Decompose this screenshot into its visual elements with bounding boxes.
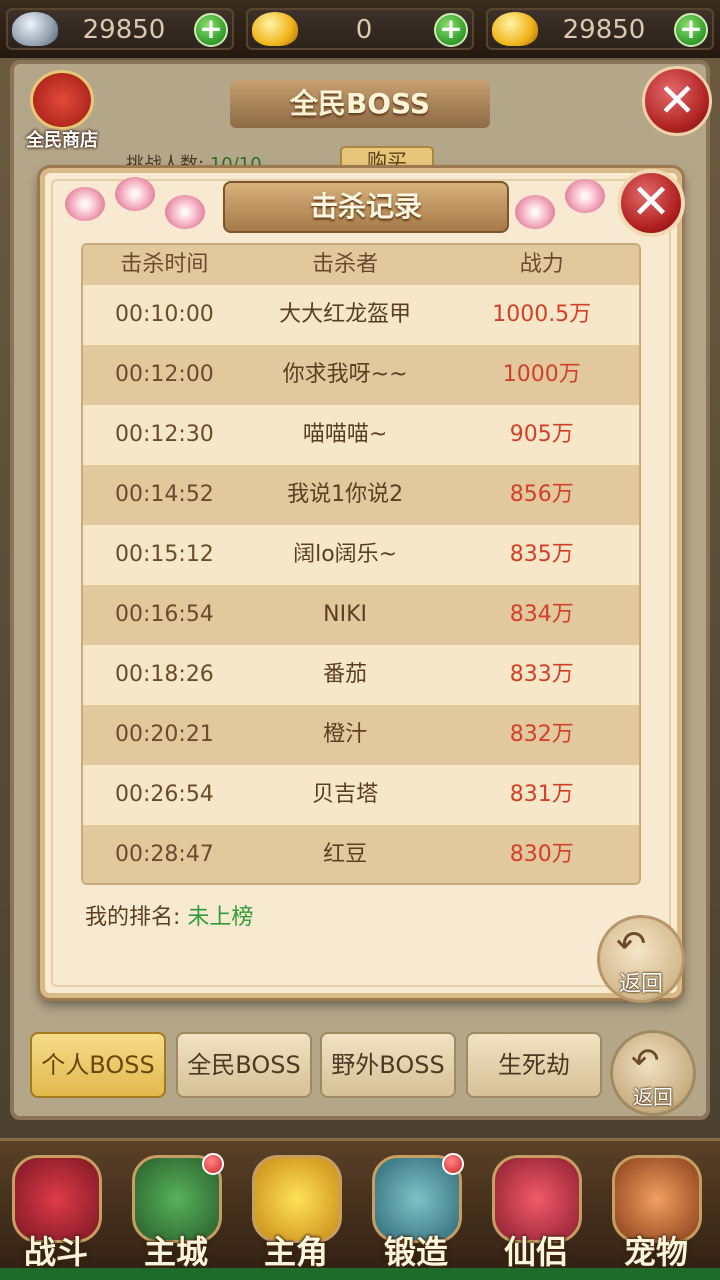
notification-dot xyxy=(442,1153,464,1175)
tab-life-death[interactable]: 生死劫 xyxy=(466,1032,602,1098)
currency-value: 29850 xyxy=(562,15,646,45)
dialog-title: 击杀记录 xyxy=(223,181,509,233)
add-silver-button[interactable]: + xyxy=(194,13,228,47)
shop-icon xyxy=(30,70,94,130)
my-rank-label: 我的排名: xyxy=(85,905,181,930)
nav-forge[interactable]: 锻造 xyxy=(360,1151,472,1271)
add-bound-gold-button[interactable]: + xyxy=(674,13,708,47)
nav-pet[interactable]: 宠物 xyxy=(600,1151,712,1271)
blossom-decoration xyxy=(165,195,205,229)
dialog-back-button[interactable]: ↶ 返回 xyxy=(597,915,685,1003)
table-row: 00:26:54 贝吉塔 831万 xyxy=(83,765,639,825)
tab-field-boss[interactable]: 野外BOSS xyxy=(320,1032,456,1098)
nav-partner[interactable]: 仙侣 xyxy=(480,1151,592,1271)
nav-battle[interactable]: 战斗 xyxy=(0,1151,112,1271)
currency-gold-2: 29850 + xyxy=(486,8,714,50)
header-killer: 击杀者 xyxy=(312,252,379,277)
table-row: 00:16:54 NIKI 834万 xyxy=(83,585,639,645)
currency-gold-1: 0 + xyxy=(246,8,474,50)
silver-ingot-icon xyxy=(12,12,58,46)
table-row: 00:10:00 大大红龙盔甲 1000.5万 xyxy=(83,285,639,345)
back-arrow-icon: ↶ xyxy=(631,1041,660,1081)
tab-world-boss[interactable]: 全民BOSS xyxy=(176,1032,312,1098)
kill-record-dialog: 击杀记录 ✕ 击杀时间 击杀者 战力 00:10:00 大大红龙盔甲 1000.… xyxy=(40,168,685,1003)
back-arrow-icon: ↶ xyxy=(616,924,647,965)
blossom-decoration xyxy=(565,179,605,213)
add-gold-button[interactable]: + xyxy=(434,13,468,47)
gold-ingot-icon xyxy=(492,12,538,46)
bottom-nav: 战斗 主城 主角 锻造 仙侣 宠物 xyxy=(0,1138,720,1280)
blossom-decoration xyxy=(65,187,105,221)
my-rank: 我的排名: 未上榜 xyxy=(85,899,253,931)
table-row: 00:28:47 红豆 830万 xyxy=(83,825,639,883)
shop-label: 全民商店 xyxy=(26,130,98,151)
table-row: 00:12:30 喵喵喵~ 905万 xyxy=(83,405,639,465)
table-row: 00:12:00 你求我呀~~ 1000万 xyxy=(83,345,639,405)
boss-panel-title: 全民BOSS xyxy=(230,80,490,128)
nav-hero[interactable]: 主角 xyxy=(240,1151,352,1271)
gold-ingot-icon xyxy=(252,12,298,46)
currency-silver: 29850 + xyxy=(6,8,234,50)
header-time: 击杀时间 xyxy=(120,252,209,277)
currency-bar: 29850 + 0 + 29850 + xyxy=(0,0,720,58)
dialog-close-button[interactable]: ✕ xyxy=(617,169,685,237)
table-row: 00:18:26 番茄 833万 xyxy=(83,645,639,705)
boss-panel-close-button[interactable]: ✕ xyxy=(642,66,712,136)
panel-back-button[interactable]: ↶ 返回 xyxy=(610,1030,696,1116)
table-row: 00:20:21 橙汁 832万 xyxy=(83,705,639,765)
table-header: 击杀时间 击杀者 战力 xyxy=(83,245,639,285)
blossom-decoration xyxy=(115,177,155,211)
shop-button[interactable]: 全民商店 xyxy=(16,70,108,156)
table-row: 00:14:52 我说1你说2 856万 xyxy=(83,465,639,525)
table-row: 00:15:12 阔lo阔乐~ 835万 xyxy=(83,525,639,585)
my-rank-value: 未上榜 xyxy=(187,905,254,930)
blossom-decoration xyxy=(515,195,555,229)
tab-personal-boss[interactable]: 个人BOSS xyxy=(30,1032,166,1098)
progress-strip xyxy=(0,1268,720,1280)
header-power: 战力 xyxy=(519,252,564,277)
currency-value: 0 xyxy=(355,15,373,45)
nav-city[interactable]: 主城 xyxy=(120,1151,232,1271)
boss-tabs: 个人BOSS 全民BOSS 野外BOSS 生死劫 ↶ 返回 xyxy=(30,1030,710,1116)
kill-record-table: 击杀时间 击杀者 战力 00:10:00 大大红龙盔甲 1000.5万 00:1… xyxy=(81,243,641,885)
currency-value: 29850 xyxy=(82,15,166,45)
notification-dot xyxy=(202,1153,224,1175)
